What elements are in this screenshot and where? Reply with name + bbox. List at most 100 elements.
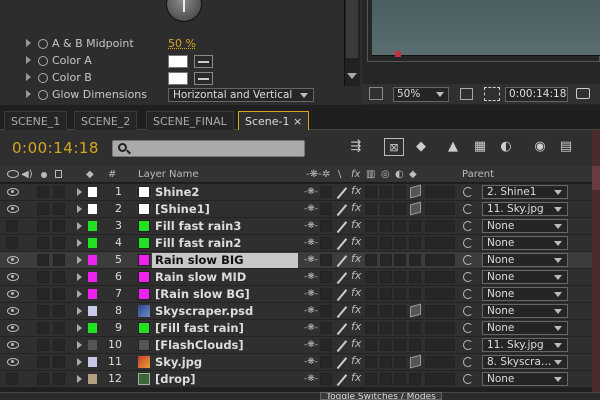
3d-layer-switch[interactable] bbox=[409, 254, 421, 266]
solo-toggle[interactable] bbox=[37, 322, 49, 334]
layer-name[interactable]: [Rain slow BG] bbox=[155, 287, 250, 303]
twirl-arrow-icon[interactable] bbox=[77, 222, 82, 230]
quality-switch-icon[interactable] bbox=[336, 322, 349, 334]
label-color-swatch[interactable] bbox=[88, 238, 97, 248]
parent-select[interactable]: None bbox=[482, 253, 568, 267]
solo-toggle[interactable] bbox=[37, 271, 49, 283]
frame-blend-switch[interactable] bbox=[365, 339, 377, 351]
visibility-eye-icon[interactable] bbox=[7, 290, 19, 298]
twirl-arrow-icon[interactable] bbox=[77, 205, 82, 213]
solo-toggle[interactable] bbox=[37, 339, 49, 351]
adjustment-switch[interactable] bbox=[394, 322, 406, 334]
tab-scene-1-active[interactable]: Scene-1 × bbox=[238, 111, 310, 130]
3d-layer-switch[interactable] bbox=[409, 339, 421, 351]
mode-cell[interactable] bbox=[425, 373, 455, 385]
collapse-switch[interactable] bbox=[320, 254, 332, 266]
toggle-switches-modes-button[interactable]: Toggle Switches / Modes bbox=[320, 392, 442, 400]
pick-whip-icon[interactable] bbox=[463, 238, 473, 248]
current-time-display[interactable]: 0:00:14:18 bbox=[12, 139, 99, 157]
layer-name[interactable]: [drop] bbox=[155, 372, 196, 388]
label-color-swatch[interactable] bbox=[88, 204, 97, 214]
parent-select[interactable]: None bbox=[482, 304, 568, 318]
lock-toggle[interactable] bbox=[53, 288, 65, 300]
motion-blur-switch[interactable] bbox=[380, 220, 392, 232]
scrollbar-thumb[interactable] bbox=[346, 0, 358, 58]
shy-switch-icon[interactable]: -❋- bbox=[304, 354, 318, 370]
3d-cube-icon[interactable] bbox=[410, 303, 421, 318]
effects-fx-icon[interactable]: fx bbox=[351, 354, 361, 370]
tab-scene-final[interactable]: SCENE_FINAL bbox=[146, 111, 234, 130]
collapse-switch[interactable] bbox=[320, 186, 332, 198]
pick-whip-icon[interactable] bbox=[463, 306, 473, 316]
layer-row[interactable]: 8 Skyscraper.psd -❋- fx None bbox=[0, 303, 592, 320]
twirl-arrow-icon[interactable] bbox=[26, 39, 31, 47]
collapse-switch[interactable] bbox=[320, 220, 332, 232]
label-color-swatch[interactable] bbox=[88, 340, 97, 350]
visibility-toggle[interactable] bbox=[6, 237, 18, 249]
lock-toggle[interactable] bbox=[53, 237, 65, 249]
visibility-eye-icon[interactable] bbox=[7, 273, 19, 281]
lock-toggle[interactable] bbox=[53, 373, 65, 385]
visibility-toggle[interactable] bbox=[6, 373, 18, 385]
solo-toggle[interactable] bbox=[37, 237, 49, 249]
layer-row[interactable]: 6 Rain slow MID -❋- fx None bbox=[0, 269, 592, 286]
frame-blend-switch[interactable] bbox=[365, 356, 377, 368]
3d-layer-switch[interactable] bbox=[409, 237, 421, 249]
lock-toggle[interactable] bbox=[53, 271, 65, 283]
pick-whip-icon[interactable] bbox=[463, 323, 473, 333]
motion-blur-switch[interactable] bbox=[380, 339, 392, 351]
color-a-swatch[interactable] bbox=[168, 55, 188, 68]
glow-dimensions-select[interactable]: Horizontal and Vertical bbox=[168, 88, 314, 102]
label-color-swatch[interactable] bbox=[88, 306, 97, 316]
solo-toggle[interactable] bbox=[37, 220, 49, 232]
twirl-arrow-icon[interactable] bbox=[77, 256, 82, 264]
comp-mini-flowchart-icon[interactable]: ⇶ bbox=[346, 138, 366, 156]
effects-fx-icon[interactable]: fx bbox=[351, 320, 361, 336]
quality-switch-icon[interactable] bbox=[336, 356, 349, 368]
parent-select[interactable]: None bbox=[482, 219, 568, 233]
parent-select[interactable]: None bbox=[482, 270, 568, 284]
visibility-eye-icon[interactable] bbox=[7, 256, 19, 264]
mode-cell[interactable] bbox=[425, 237, 455, 249]
mode-cell[interactable] bbox=[425, 220, 455, 232]
lock-toggle[interactable] bbox=[53, 220, 65, 232]
effects-fx-icon[interactable]: fx bbox=[351, 371, 361, 387]
adjustment-switch[interactable] bbox=[394, 254, 406, 266]
effects-fx-icon[interactable]: fx bbox=[351, 269, 361, 285]
quality-switch-icon[interactable] bbox=[336, 339, 349, 351]
quality-switch-icon[interactable] bbox=[336, 373, 349, 385]
eyedropper-icon[interactable] bbox=[194, 72, 213, 85]
layer-name[interactable]: Sky.jpg bbox=[155, 355, 202, 371]
visibility-eye-icon[interactable] bbox=[7, 307, 19, 315]
twirl-arrow-icon[interactable] bbox=[26, 56, 31, 64]
frame-blend-switch[interactable] bbox=[365, 237, 377, 249]
adjustment-switch[interactable] bbox=[394, 373, 406, 385]
label-color-swatch[interactable] bbox=[88, 374, 97, 384]
twirl-arrow-icon[interactable] bbox=[77, 358, 82, 366]
layer-name[interactable]: [FlashClouds] bbox=[155, 338, 244, 354]
quality-switch-icon[interactable] bbox=[336, 271, 349, 283]
eyedropper-icon[interactable] bbox=[194, 55, 213, 68]
label-color-swatch[interactable] bbox=[88, 221, 97, 231]
twirl-arrow-icon[interactable] bbox=[77, 324, 82, 332]
label-color-swatch[interactable] bbox=[88, 272, 97, 282]
layer-name[interactable]: [Fill fast rain] bbox=[155, 321, 244, 337]
motion-blur-switch[interactable] bbox=[380, 237, 392, 249]
pick-whip-icon[interactable] bbox=[463, 374, 473, 384]
shy-switch-icon[interactable]: -❋- bbox=[304, 252, 318, 268]
collapse-switch[interactable] bbox=[320, 271, 332, 283]
label-color-swatch[interactable] bbox=[88, 357, 97, 367]
layer-row[interactable]: 3 Fill fast rain3 -❋- fx None bbox=[0, 218, 592, 235]
effects-fx-icon[interactable]: fx bbox=[351, 184, 361, 200]
solo-toggle[interactable] bbox=[37, 356, 49, 368]
visibility-eye-icon[interactable] bbox=[7, 358, 19, 366]
mode-cell[interactable] bbox=[425, 305, 455, 317]
pick-whip-icon[interactable] bbox=[463, 272, 473, 282]
layer-row[interactable]: 1 Shine2 -❋- fx 2. Shine1 bbox=[0, 184, 592, 201]
collapse-switch[interactable] bbox=[320, 322, 332, 334]
frame-blend-switch[interactable] bbox=[365, 288, 377, 300]
motion-blur-switch[interactable] bbox=[380, 186, 392, 198]
parent-select[interactable]: None bbox=[482, 287, 568, 301]
motion-blur-switch[interactable] bbox=[380, 322, 392, 334]
pick-whip-icon[interactable] bbox=[463, 255, 473, 265]
